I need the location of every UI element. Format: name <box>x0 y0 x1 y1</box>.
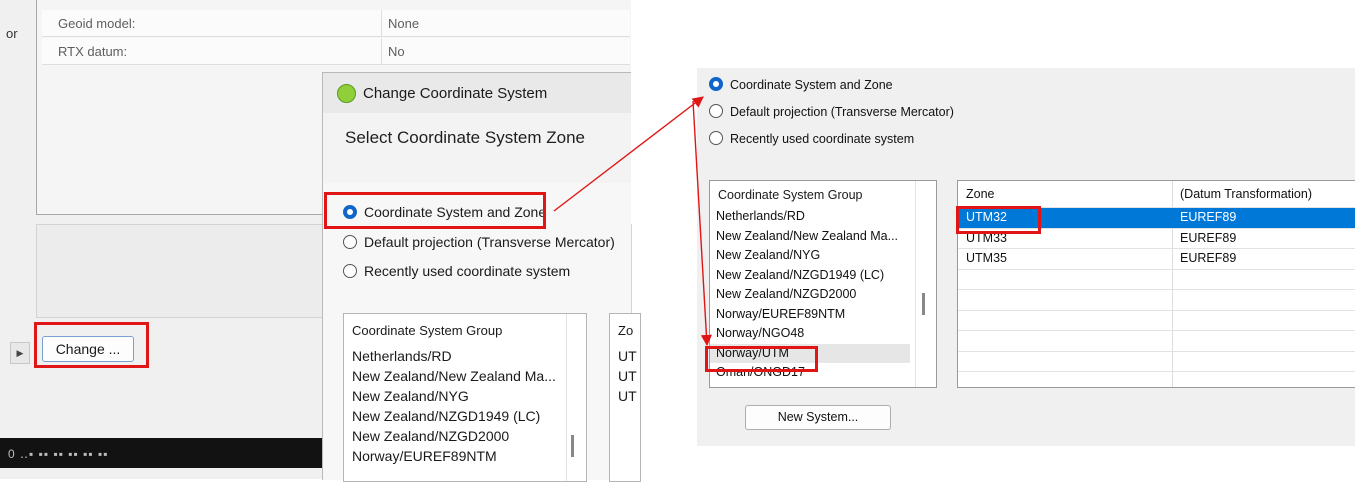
arrow-to-zoom-radio <box>553 96 704 212</box>
annotation-arrows <box>553 96 713 347</box>
arrow-to-norway-utm <box>692 100 713 347</box>
